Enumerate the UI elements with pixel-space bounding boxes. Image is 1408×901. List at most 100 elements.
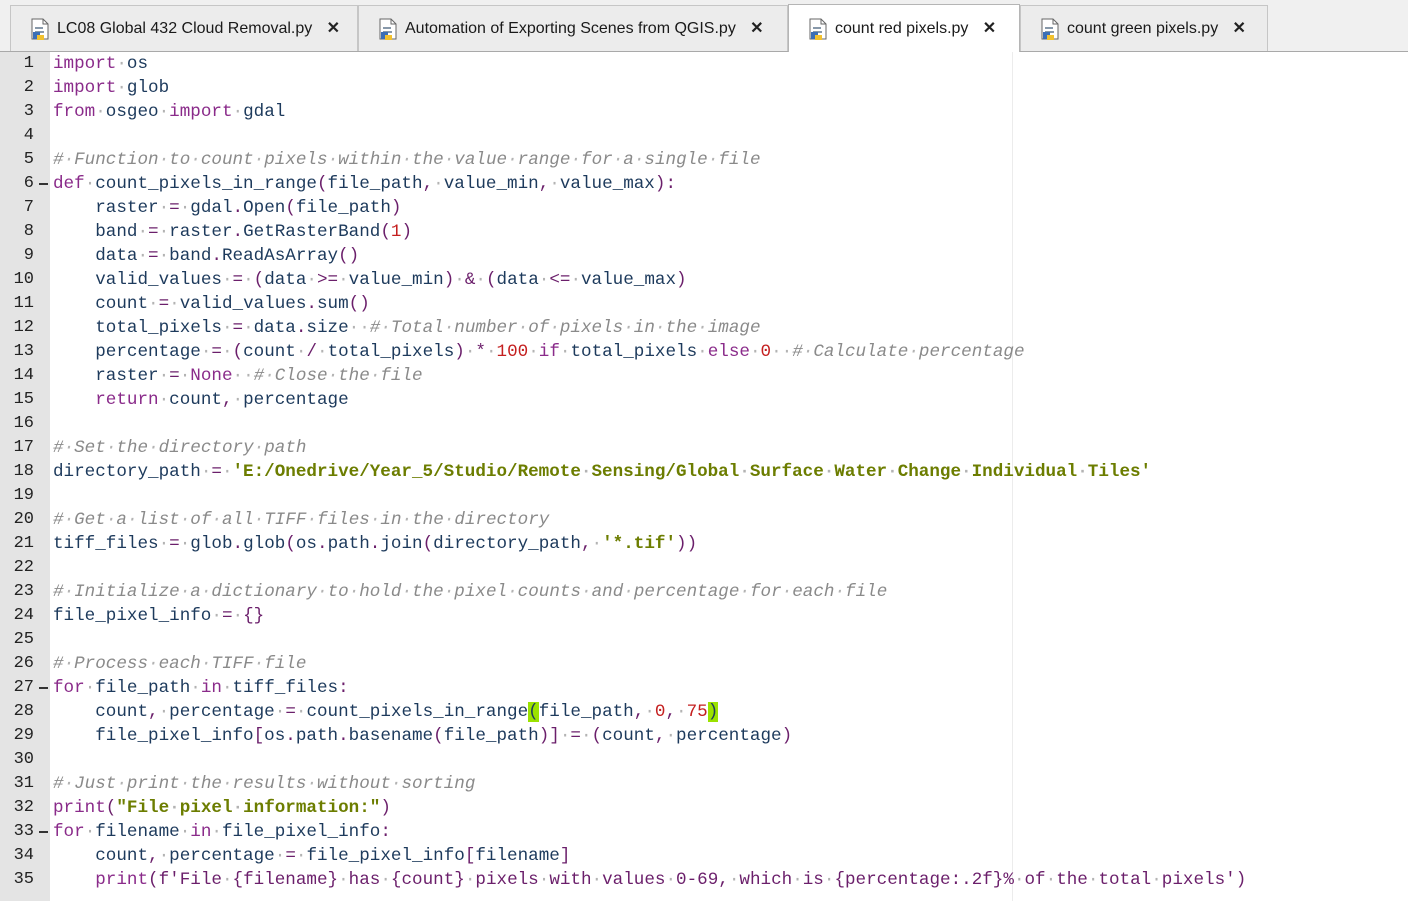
code-line[interactable]: 12 total_pixels·=·data.size··#·Total·num… xyxy=(0,316,1408,340)
close-icon[interactable]: ✕ xyxy=(1232,20,1246,37)
line-source-text: valid_values·=·(data·>=·value_min)·&·(da… xyxy=(95,270,687,290)
line-source-text: percentage·=·(count·/·total_pixels)·*·10… xyxy=(95,342,1025,362)
line-number: 3 xyxy=(23,102,34,121)
line-number: 32 xyxy=(13,798,34,817)
code-line[interactable]: 10 valid_values·=·(data·>=·value_min)·&·… xyxy=(0,268,1408,292)
code-line[interactable]: 1 import·os xyxy=(0,52,1408,76)
code-line[interactable]: 4 xyxy=(0,124,1408,148)
code-line[interactable]: 32 print("File·pixel·information:") xyxy=(0,796,1408,820)
line-number: 31 xyxy=(13,774,34,793)
line-source-text: print(f'File·{filename}·has·{count}·pixe… xyxy=(95,870,1247,890)
line-source-text: import·os xyxy=(53,54,149,74)
line-number: 23 xyxy=(13,582,34,601)
line-number: 22 xyxy=(13,558,34,577)
code-line[interactable]: 24 file_pixel_info·=·{} xyxy=(0,604,1408,628)
line-number: 7 xyxy=(23,198,34,217)
tab-label: Automation of Exporting Scenes from QGIS… xyxy=(405,19,736,37)
line-number: 29 xyxy=(13,726,34,745)
code-line[interactable]: 26 #·Process·each·TIFF·file xyxy=(0,652,1408,676)
code-line[interactable]: 22 xyxy=(0,556,1408,580)
line-source-text: #·Initialize·a·dictionary·to·hold·the·pi… xyxy=(53,582,888,602)
tab-label: count green pixels.py xyxy=(1067,19,1219,37)
line-source-text: from·osgeo·import·gdal xyxy=(53,102,286,122)
line-number: 19 xyxy=(13,486,34,505)
line-number: 33 xyxy=(13,822,34,841)
python-file-icon xyxy=(379,18,397,40)
line-number: 20 xyxy=(13,510,34,529)
code-line[interactable]: 25 xyxy=(0,628,1408,652)
code-line[interactable]: 17 #·Set·the·directory·path xyxy=(0,436,1408,460)
code-line[interactable]: 18 directory_path·=·'E:/Onedrive/Year_5/S… xyxy=(0,460,1408,484)
close-icon[interactable]: ✕ xyxy=(982,20,996,37)
tab-lc08-global-432-cloud-removal[interactable]: LC08 Global 432 Cloud Removal.py ✕ xyxy=(10,5,358,51)
line-number: 15 xyxy=(13,390,34,409)
fold-collapse-icon[interactable] xyxy=(39,831,48,833)
python-file-icon xyxy=(1041,18,1059,40)
line-number: 11 xyxy=(13,294,34,313)
code-line[interactable]: 13 percentage·=·(count·/·total_pixels)·*… xyxy=(0,340,1408,364)
line-source-text: print("File·pixel·information:") xyxy=(53,798,391,818)
code-line[interactable]: 19 xyxy=(0,484,1408,508)
code-line[interactable]: 30 xyxy=(0,748,1408,772)
line-source-text: #·Get·a·list·of·all·TIFF·files·in·the·di… xyxy=(53,510,550,530)
line-number: 12 xyxy=(13,318,34,337)
close-icon[interactable]: ✕ xyxy=(326,20,340,37)
line-source-text: #·Process·each·TIFF·file xyxy=(53,654,307,674)
code-line[interactable]: 11 count·=·valid_values.sum() xyxy=(0,292,1408,316)
line-source-text: raster·=·None··#·Close·the·file xyxy=(95,366,423,386)
code-line[interactable]: 7 raster·=·gdal.Open(file_path) xyxy=(0,196,1408,220)
editor-tab-bar: LC08 Global 432 Cloud Removal.py ✕ Autom… xyxy=(0,0,1408,52)
fold-collapse-icon[interactable] xyxy=(39,183,48,185)
line-number: 18 xyxy=(13,462,34,481)
tab-count-red-pixels[interactable]: count red pixels.py ✕ xyxy=(788,4,1020,52)
code-line[interactable]: 34 count,·percentage·=·file_pixel_info[f… xyxy=(0,844,1408,868)
line-number: 5 xyxy=(23,150,34,169)
fold-collapse-icon[interactable] xyxy=(39,687,48,689)
code-line[interactable]: 21 tiff_files·=·glob.glob(os.path.join(di… xyxy=(0,532,1408,556)
line-number: 27 xyxy=(13,678,34,697)
line-source-text: directory_path·=·'E:/Onedrive/Year_5/Stu… xyxy=(53,462,1152,482)
code-line[interactable]: 15 return·count,·percentage xyxy=(0,388,1408,412)
line-number: 9 xyxy=(23,246,34,265)
tab-automation-of-exporting-scenes[interactable]: Automation of Exporting Scenes from QGIS… xyxy=(358,5,788,51)
code-line[interactable]: 14 raster·=·None··#·Close·the·file xyxy=(0,364,1408,388)
line-number: 21 xyxy=(13,534,34,553)
line-number: 24 xyxy=(13,606,34,625)
line-number: 16 xyxy=(13,414,34,433)
line-number: 26 xyxy=(13,654,34,673)
line-source-text: file_pixel_info·=·{} xyxy=(53,606,265,626)
line-source-text: band·=·raster.GetRasterBand(1) xyxy=(95,222,413,242)
line-source-text: for·file_path·in·tiff_files: xyxy=(53,678,349,698)
code-line[interactable]: 27 for·file_path·in·tiff_files: xyxy=(0,676,1408,700)
close-icon[interactable]: ✕ xyxy=(750,20,764,37)
code-line[interactable]: 8 band·=·raster.GetRasterBand(1) xyxy=(0,220,1408,244)
line-number: 6 xyxy=(23,174,34,193)
line-number: 34 xyxy=(13,846,34,865)
code-line[interactable]: 5 #·Function·to·count·pixels·within·the·v… xyxy=(0,148,1408,172)
line-number: 2 xyxy=(23,78,34,97)
line-source-text: count·=·valid_values.sum() xyxy=(95,294,370,314)
code-line[interactable]: 28 count,·percentage·=·count_pixels_in_r… xyxy=(0,700,1408,724)
code-line[interactable]: 35 print(f'File·{filename}·has·{count}·p… xyxy=(0,868,1408,892)
code-line[interactable]: 33 for·filename·in·file_pixel_info: xyxy=(0,820,1408,844)
line-source-text: file_pixel_info[os.path.basename(file_pa… xyxy=(95,726,793,746)
line-source-text: def·count_pixels_in_range(file_path,·val… xyxy=(53,174,676,194)
code-editor[interactable]: 1 import·os 2 import·glob 3 from·osgeo·import… xyxy=(0,52,1408,901)
line-source-text: tiff_files·=·glob.glob(os.path.join(dire… xyxy=(53,534,698,554)
line-source-text: count,·percentage·=·file_pixel_info[file… xyxy=(95,846,571,866)
code-line[interactable]: 3 from·osgeo·import·gdal xyxy=(0,100,1408,124)
line-source-text: raster·=·gdal.Open(file_path) xyxy=(95,198,402,218)
code-line[interactable]: 20 #·Get·a·list·of·all·TIFF·files·in·the·… xyxy=(0,508,1408,532)
code-line[interactable]: 23 #·Initialize·a·dictionary·to·hold·the·… xyxy=(0,580,1408,604)
code-line[interactable]: 31 #·Just·print·the·results·without·sorti… xyxy=(0,772,1408,796)
code-line[interactable]: 29 file_pixel_info[os.path.basename(file… xyxy=(0,724,1408,748)
tab-count-green-pixels[interactable]: count green pixels.py ✕ xyxy=(1020,5,1268,51)
code-line[interactable]: 9 data·=·band.ReadAsArray() xyxy=(0,244,1408,268)
line-source-text: #·Set·the·directory·path xyxy=(53,438,307,458)
code-text-area[interactable]: 1 import·os 2 import·glob 3 from·osgeo·import… xyxy=(0,52,1408,892)
code-line[interactable]: 6 def·count_pixels_in_range(file_path,·va… xyxy=(0,172,1408,196)
code-line[interactable]: 2 import·glob xyxy=(0,76,1408,100)
code-line[interactable]: 16 xyxy=(0,412,1408,436)
line-source-text: data·=·band.ReadAsArray() xyxy=(95,246,360,266)
line-source-text: import·glob xyxy=(53,78,170,98)
